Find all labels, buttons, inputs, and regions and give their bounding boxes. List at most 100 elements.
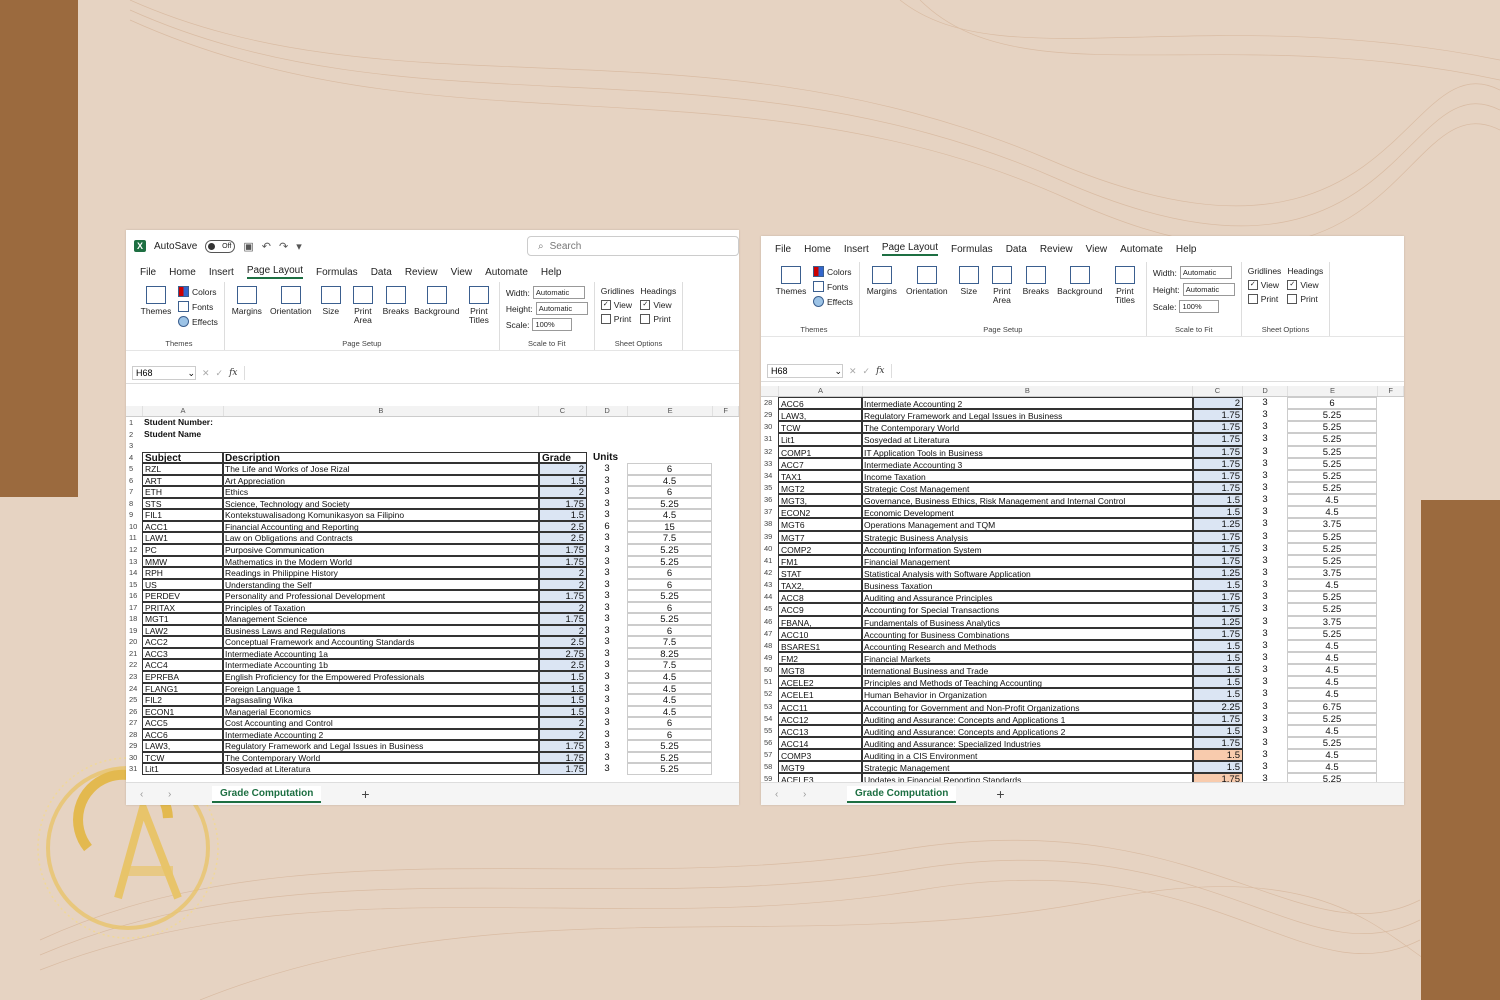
cell-description[interactable]: Accounting for Special Transactions: [862, 603, 1193, 616]
row-number[interactable]: 58: [761, 761, 778, 773]
cell-units[interactable]: 3: [1243, 749, 1287, 761]
themes-button[interactable]: Themes: [140, 286, 172, 316]
row-number[interactable]: 55: [761, 725, 778, 737]
enter-icon[interactable]: ✓: [863, 366, 871, 377]
cell-weighted[interactable]: [627, 417, 712, 429]
cell-description[interactable]: Governance, Business Ethics, Risk Manage…: [862, 494, 1193, 507]
cell-weighted[interactable]: 5.25: [1287, 712, 1377, 725]
cell-grade[interactable]: 1.5: [1193, 749, 1243, 762]
cell-empty[interactable]: [1377, 688, 1402, 700]
cell-subject[interactable]: US: [142, 578, 223, 591]
cell-units[interactable]: 3: [587, 613, 627, 625]
cell-empty[interactable]: [1377, 749, 1402, 761]
cell-units[interactable]: 3: [587, 475, 627, 487]
row-number[interactable]: 32: [761, 446, 778, 458]
menu-tab-page-layout[interactable]: Page Layout: [246, 265, 303, 279]
menu-tab-help[interactable]: Help: [541, 267, 562, 278]
function-icon[interactable]: fx: [229, 368, 237, 378]
cell-empty[interactable]: [1377, 433, 1402, 445]
margins-button[interactable]: Margins: [231, 286, 263, 316]
cell-grade[interactable]: 1.5: [1193, 651, 1243, 665]
menu-tab-view[interactable]: View: [451, 267, 473, 278]
cell-description[interactable]: Income Taxation: [862, 469, 1193, 482]
cell-description[interactable]: Mathematics in the Modern World: [223, 555, 539, 568]
prev-sheet-icon[interactable]: ‹: [775, 789, 789, 800]
cell-units[interactable]: 3: [587, 763, 627, 775]
cell-subject[interactable]: ACC12: [778, 712, 862, 725]
cell-grade[interactable]: [539, 440, 587, 452]
breaks-button[interactable]: Breaks: [1022, 266, 1050, 296]
cell-weighted[interactable]: [627, 440, 712, 452]
cell-weighted[interactable]: 4.5: [1287, 676, 1377, 689]
cell-empty[interactable]: [712, 740, 737, 752]
next-sheet-icon[interactable]: ›: [168, 789, 182, 800]
cell-grade[interactable]: 1.25: [1193, 518, 1243, 531]
scale-spinner[interactable]: 100%: [532, 318, 573, 331]
cell-weighted[interactable]: 5.25: [627, 544, 712, 556]
cell-units[interactable]: 3: [587, 717, 627, 729]
cell-weighted[interactable]: 5.25: [1287, 736, 1377, 750]
cell-empty[interactable]: [1377, 482, 1402, 494]
cell-description[interactable]: Human Behavior in Organization: [862, 688, 1193, 701]
cell-grade[interactable]: 1.5: [539, 509, 587, 521]
cell-subject[interactable]: TCW: [778, 421, 862, 434]
cell-subject[interactable]: TAX2,: [778, 579, 862, 592]
cell-weighted[interactable]: 6: [627, 624, 712, 637]
cell-grade[interactable]: 1.5: [1193, 494, 1243, 507]
cell-grade[interactable]: 1.5: [1193, 688, 1243, 701]
cell-empty[interactable]: [712, 659, 737, 671]
row-number[interactable]: 52: [761, 688, 778, 700]
cell-description[interactable]: IT Application Tools in Business: [862, 445, 1193, 458]
cell-subject[interactable]: FIL1: [142, 509, 223, 521]
cell-weighted[interactable]: 3.75: [1287, 518, 1377, 531]
cell-description[interactable]: Strategic Business Analysis: [862, 530, 1193, 543]
cell-subject[interactable]: ACC6: [778, 397, 862, 410]
cell-subject[interactable]: ACC4: [142, 659, 223, 672]
column-header-d[interactable]: D: [587, 406, 628, 416]
cell-subject[interactable]: MMW: [142, 555, 223, 568]
cell-grade[interactable]: 1.75: [539, 497, 587, 510]
cell-units[interactable]: 3: [587, 567, 627, 579]
cell-subject[interactable]: ECON2: [778, 506, 862, 519]
cell-grade[interactable]: 1.5: [1193, 761, 1243, 774]
cell-weighted[interactable]: 6: [627, 578, 712, 591]
row-number[interactable]: 4: [126, 452, 142, 464]
cell-description[interactable]: International Business and Trade: [862, 664, 1193, 677]
cell-subject[interactable]: ACC14: [778, 736, 862, 750]
row-number[interactable]: 56: [761, 737, 778, 749]
row-number[interactable]: 47: [761, 628, 778, 640]
cell-units[interactable]: 3: [587, 625, 627, 637]
cell-grade[interactable]: 2: [539, 578, 587, 591]
row-number[interactable]: 2: [126, 429, 142, 441]
cell-description[interactable]: [223, 417, 539, 429]
cell-description[interactable]: Principles and Methods of Teaching Accou…: [862, 676, 1193, 689]
cell-units[interactable]: 3: [1243, 458, 1287, 470]
cell-empty[interactable]: [712, 498, 737, 510]
cell-units[interactable]: 3: [587, 590, 627, 602]
cell-subject[interactable]: MGT6: [778, 518, 862, 531]
cell-units[interactable]: 3: [1243, 737, 1287, 749]
cell-subject[interactable]: PRITAX: [142, 601, 223, 614]
row-number[interactable]: 15: [126, 579, 142, 591]
cell-description[interactable]: Readings in Philippine History: [223, 567, 539, 579]
height-dropdown[interactable]: Automatic: [535, 302, 588, 315]
cell-subject[interactable]: LAW3,: [142, 740, 223, 752]
cell-grade[interactable]: 2: [539, 463, 587, 475]
cell-units[interactable]: 3: [587, 659, 627, 671]
cell-units[interactable]: 3: [1243, 433, 1287, 445]
cell-weighted[interactable]: 5.25: [1287, 530, 1377, 543]
cell-weighted[interactable]: 6: [627, 567, 712, 579]
row-number[interactable]: 3: [126, 440, 142, 452]
cell-subject[interactable]: MGT2: [778, 481, 862, 495]
select-all-corner[interactable]: [126, 406, 143, 416]
cell-description[interactable]: The Contemporary World: [223, 751, 539, 764]
scale-control[interactable]: Scale: 100%: [506, 318, 573, 331]
row-number[interactable]: 48: [761, 640, 778, 652]
cell-weighted[interactable]: 3.75: [1287, 615, 1377, 628]
row-number[interactable]: 10: [126, 521, 142, 533]
cell-units[interactable]: [587, 440, 627, 452]
cell-units[interactable]: 3: [1243, 482, 1287, 494]
cell-weighted[interactable]: 5.25: [1287, 542, 1377, 555]
cell-subject[interactable]: ACELE2: [778, 676, 862, 689]
cell-empty[interactable]: [712, 613, 737, 625]
